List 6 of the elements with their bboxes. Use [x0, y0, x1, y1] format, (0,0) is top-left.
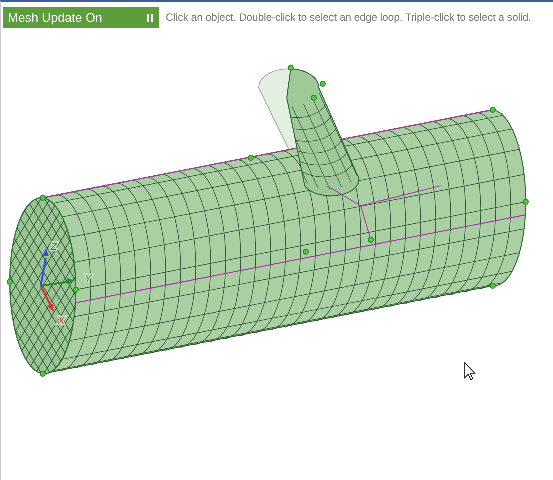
hint-text: Click an object. Double-click to select an edge loop. Triple-click to select a solid. — [166, 12, 532, 24]
axis-triad-icon — [40, 249, 75, 312]
mesh-update-toggle[interactable]: Mesh Update On — [3, 7, 159, 28]
axis-label: X — [58, 316, 65, 327]
pause-icon — [147, 14, 153, 22]
mouse-cursor-icon — [464, 362, 476, 381]
